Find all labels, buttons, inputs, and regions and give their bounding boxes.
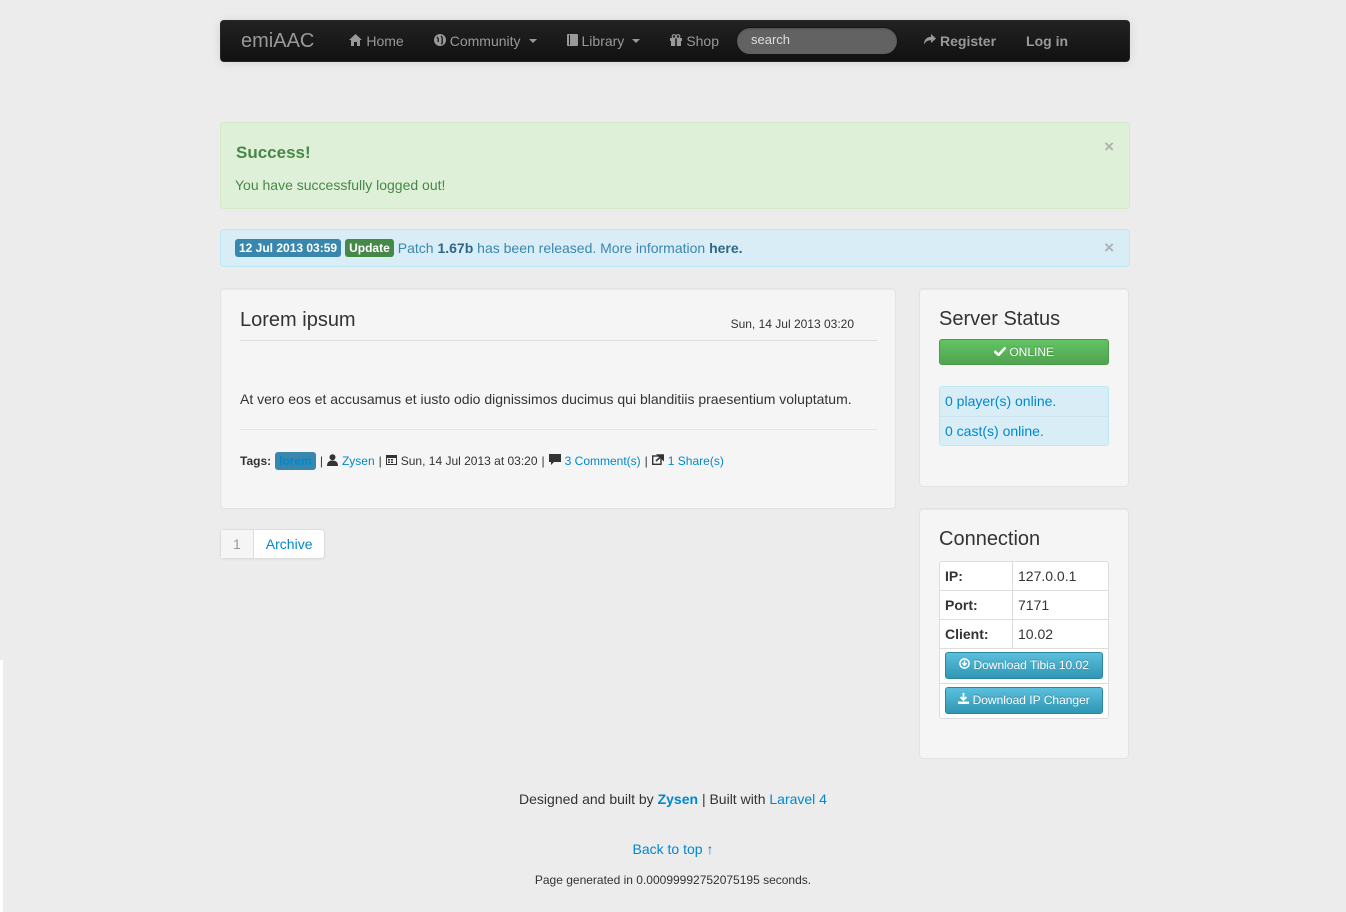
share-arrow-icon <box>923 34 937 48</box>
nav-community[interactable]: Community <box>419 21 552 61</box>
news-middle: has been released. More information <box>477 240 706 256</box>
connection-table: IP: 127.0.0.1 Port: 7171 Client: 10.02 D… <box>939 561 1109 719</box>
download-ipchanger-row: Download IP Changer <box>940 684 1108 718</box>
book-icon <box>566 33 578 49</box>
table-row: IP: 127.0.0.1 <box>940 562 1108 591</box>
pagination: 1 Archive <box>220 529 326 559</box>
news-version: 1.67b <box>437 240 474 256</box>
tag-badge[interactable]: lorem <box>275 452 316 470</box>
footer-generated-time: Page generated in 0.00099992752075195 se… <box>534 873 812 887</box>
connection-title: Connection <box>939 528 1041 550</box>
nav-shop[interactable]: Shop <box>655 21 734 61</box>
post-shares-link[interactable]: 1 Share(s) <box>668 454 724 468</box>
nav-login[interactable]: Log in <box>1011 21 1083 61</box>
chevron-down-icon <box>528 39 537 43</box>
ip-key: IP: <box>940 562 1013 590</box>
post-header: Lorem ipsum Sun, 14 Jul 2013 03:20 <box>240 309 877 341</box>
nav-home-label: Home <box>366 33 404 49</box>
success-alert: × Success! You have successfully logged … <box>220 122 1130 209</box>
download-client-row: Download Tibia 10.02 <box>940 649 1108 684</box>
news-prefix: Patch <box>397 240 434 256</box>
gift-icon <box>670 33 683 49</box>
globe-icon <box>433 33 446 49</box>
footer-framework-link[interactable]: Laravel 4 <box>769 791 827 807</box>
search-input[interactable]: search <box>736 27 899 55</box>
news-date-badge: 12 Jul 2013 03:59 <box>235 239 342 257</box>
top-navbar: emiAAC Home Community Library Shop searc… <box>220 20 1130 62</box>
nav-register-label: Register <box>940 33 997 49</box>
post-author-link[interactable]: Zysen <box>342 454 375 468</box>
table-row: Port: 7171 <box>940 591 1108 620</box>
post-date: Sun, 14 Jul 2013 03:20 <box>730 317 854 331</box>
comment-icon <box>548 454 561 468</box>
download-ipchanger-button[interactable]: Download IP Changer <box>945 687 1103 714</box>
tags-label: Tags: <box>240 454 272 468</box>
footer-designed-prefix: Designed and built by <box>519 791 654 807</box>
page-edge-strip <box>0 660 3 912</box>
download-circle-icon <box>959 658 973 672</box>
port-key: Port: <box>940 591 1013 619</box>
server-online-badge: ONLINE <box>939 339 1109 365</box>
post-body: At vero eos et accusamus et iusto odio d… <box>240 391 877 430</box>
footer-back-to-top: Back to top ↑ <box>0 841 1346 857</box>
port-value: 7171 <box>1018 597 1050 613</box>
nav-library[interactable]: Library <box>552 21 656 61</box>
online-counts: 0 player(s) online. 0 cast(s) online. <box>939 386 1109 446</box>
client-key: Client: <box>940 620 1013 648</box>
calendar-icon <box>385 454 397 468</box>
success-alert-message: You have successfully logged out! <box>235 177 446 193</box>
page-current: 1 <box>221 530 254 558</box>
nav-right-group: Register Log in <box>908 21 1083 61</box>
post-meta-date: Sun, 14 Jul 2013 at 03:20 <box>400 454 538 468</box>
nav-library-label: Library <box>581 33 625 49</box>
client-value: 10.02 <box>1018 626 1054 642</box>
post-comments-link[interactable]: 3 Comment(s) <box>565 454 641 468</box>
news-ticker-alert: × 12 Jul 2013 03:59 Update Patch 1.67b h… <box>220 229 1130 267</box>
news-post: Lorem ipsum Sun, 14 Jul 2013 03:20 At ve… <box>220 288 896 509</box>
check-icon <box>993 345 1009 359</box>
server-status-title: Server Status <box>939 308 1061 330</box>
server-online-label: ONLINE <box>1009 345 1055 359</box>
connection-panel: Connection IP: 127.0.0.1 Port: 7171 Clie… <box>919 508 1129 759</box>
close-icon[interactable]: × <box>1104 137 1114 157</box>
close-icon[interactable]: × <box>1104 238 1114 258</box>
home-icon <box>349 33 363 49</box>
download-ipchanger-label: Download IP Changer <box>972 693 1090 707</box>
archive-link[interactable]: Archive <box>254 530 325 558</box>
nav-community-label: Community <box>449 33 521 49</box>
server-status-panel: Server Status ONLINE 0 player(s) online.… <box>919 288 1129 487</box>
news-more-link[interactable]: here. <box>709 240 742 256</box>
post-meta: Tags: lorem | Zysen | Sun, 14 Jul 2013 a… <box>240 452 724 470</box>
nav-register[interactable]: Register <box>908 21 1011 61</box>
footer-designer-link[interactable]: Zysen <box>658 791 698 807</box>
brand-link[interactable]: emiAAC <box>221 30 334 53</box>
chevron-down-icon <box>632 39 641 43</box>
news-type-badge: Update <box>345 239 394 257</box>
nav-home[interactable]: Home <box>334 21 418 61</box>
back-to-top-link[interactable]: Back to top ↑ <box>633 841 714 857</box>
download-icon <box>958 693 972 707</box>
nav-shop-label: Shop <box>686 33 720 49</box>
footer-credits: Designed and built by Zysen | Built with… <box>0 791 1346 807</box>
post-title: Lorem ipsum <box>240 309 356 331</box>
user-icon <box>326 453 338 469</box>
players-online-link[interactable]: 0 player(s) online. <box>940 387 1108 416</box>
download-client-button[interactable]: Download Tibia 10.02 <box>945 652 1103 679</box>
news-text: Patch 1.67b has been released. More info… <box>398 240 743 256</box>
download-client-label: Download Tibia 10.02 <box>973 658 1089 672</box>
success-alert-title: Success! <box>236 143 311 162</box>
share-icon <box>651 454 665 468</box>
ip-value: 127.0.0.1 <box>1018 568 1077 584</box>
table-row: Client: 10.02 <box>940 620 1108 649</box>
footer-built-prefix: | Built with <box>701 791 766 807</box>
casts-online-link[interactable]: 0 cast(s) online. <box>940 416 1108 445</box>
